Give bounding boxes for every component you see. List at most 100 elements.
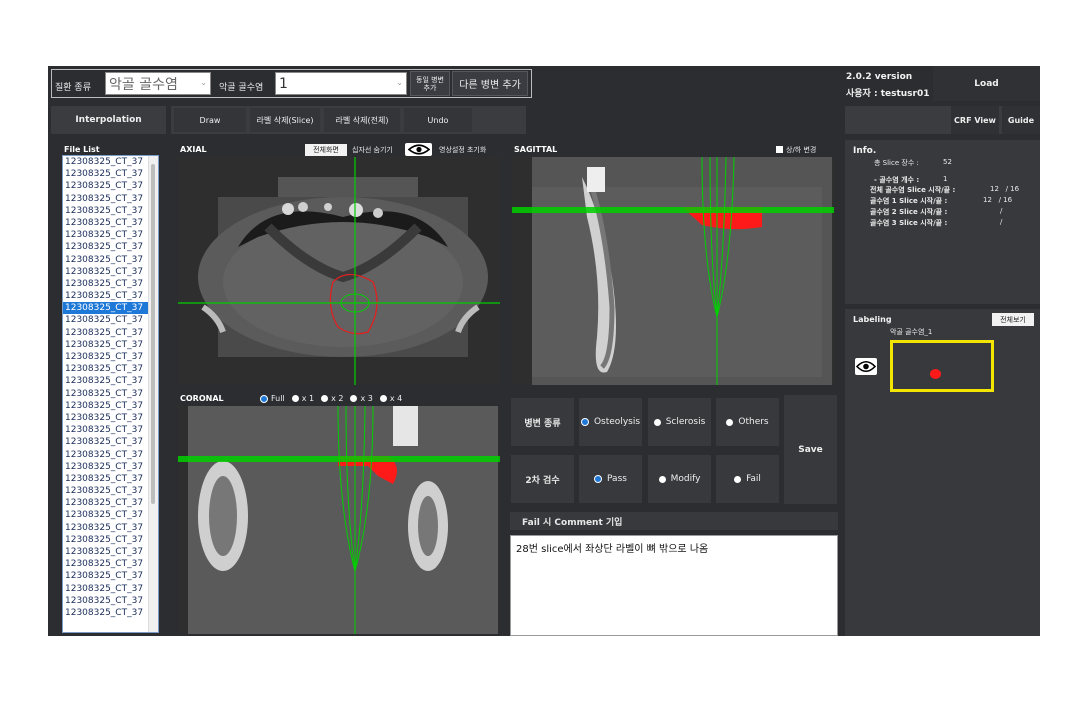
file-list-item[interactable]: 12308325_CT_37: [63, 156, 158, 168]
file-list-item[interactable]: 12308325_CT_37: [63, 217, 158, 229]
radio-icon: [726, 418, 734, 426]
chevron-down-icon: ⌄: [200, 78, 207, 87]
file-list-item[interactable]: 12308325_CT_37: [63, 485, 158, 497]
file-list-item[interactable]: 12308325_CT_37: [63, 193, 158, 205]
file-list-item[interactable]: 12308325_CT_37: [63, 607, 158, 619]
flip-checkbox[interactable]: [776, 146, 783, 153]
label-dot: [930, 369, 941, 379]
file-list-item[interactable]: 12308325_CT_37: [63, 583, 158, 595]
file-list-item[interactable]: 12308325_CT_37: [63, 229, 158, 241]
other-lesion-add-button[interactable]: 다른 병변 추가: [452, 71, 528, 96]
file-list-item[interactable]: 12308325_CT_37: [63, 570, 158, 582]
file-list-item[interactable]: 12308325_CT_37: [63, 546, 158, 558]
hide-crosshair-toggle[interactable]: 십자선 숨기기: [352, 145, 393, 155]
range-1-label: 골수염 1 Slice 시작/끝 :: [870, 197, 948, 205]
radio-icon: [734, 475, 742, 483]
file-list-item[interactable]: 12308325_CT_37: [63, 327, 158, 339]
disease-type-value: 악골 골수염: [109, 76, 178, 93]
app-window: 질환 종류 악골 골수염 ⌄ 악골 골수염 1 ⌄ 동일 병변 추가 다른 병변…: [48, 66, 1040, 636]
lesion-count-value: 1: [943, 175, 948, 183]
file-list-item[interactable]: 12308325_CT_37: [63, 266, 158, 278]
save-button[interactable]: Save: [784, 395, 837, 504]
file-list[interactable]: 12308325_CT_37 12308325_CT_37 12308325_CT_…: [62, 155, 159, 633]
zoom-option[interactable]: x 4: [379, 394, 402, 403]
file-list-item[interactable]: 12308325_CT_37: [63, 534, 158, 546]
file-list-item[interactable]: 12308325_CT_37: [63, 290, 158, 302]
file-list-item[interactable]: 12308325_CT_37: [63, 436, 158, 448]
file-list-item[interactable]: 12308325_CT_37: [63, 595, 158, 607]
reset-view-button[interactable]: 영상설정 초기화: [439, 145, 486, 155]
file-list-item[interactable]: 12308325_CT_37: [63, 180, 158, 192]
file-list-item[interactable]: 12308325_CT_37: [63, 302, 158, 315]
radio-icon: [379, 395, 387, 402]
disease-index-select[interactable]: 1 ⌄: [275, 72, 407, 95]
fullscreen-button[interactable]: 전체화면: [305, 144, 347, 156]
zoom-option[interactable]: Full: [260, 394, 285, 403]
file-list-item[interactable]: 12308325_CT_37: [63, 400, 158, 412]
file-list-item[interactable]: 12308325_CT_37: [63, 412, 158, 424]
file-list-item[interactable]: 12308325_CT_37: [63, 339, 158, 351]
disease-type-select[interactable]: 악골 골수염 ⌄: [105, 72, 211, 95]
view-all-button[interactable]: 전체보기: [992, 313, 1034, 326]
lesion-type-option[interactable]: Sclerosis: [647, 397, 712, 447]
file-list-item[interactable]: 12308325_CT_37: [63, 314, 158, 326]
eye-icon[interactable]: [405, 143, 432, 156]
all-range-label: 전체 골수염 Slice 시작/끝 :: [870, 186, 956, 194]
crf-view-button[interactable]: CRF View: [951, 106, 999, 134]
file-list-item[interactable]: 12308325_CT_37: [63, 509, 158, 521]
range-3-label: 골수염 3 Slice 시작/끝 :: [870, 219, 948, 227]
file-list-item[interactable]: 12308325_CT_37: [63, 424, 158, 436]
file-list-item[interactable]: 12308325_CT_37: [63, 558, 158, 570]
range-3-value: /: [1000, 218, 1003, 226]
zoom-option[interactable]: x 2: [321, 394, 343, 403]
disease-label: 악골 골수염: [219, 83, 264, 93]
zoom-option[interactable]: x 1: [291, 394, 314, 403]
eye-icon[interactable]: [855, 358, 877, 375]
load-button[interactable]: Load: [933, 66, 1040, 101]
axial-title: AXIAL: [180, 145, 207, 154]
axial-image[interactable]: [178, 157, 500, 385]
file-list-item[interactable]: 12308325_CT_37: [63, 461, 158, 473]
lesion-type-option[interactable]: Osteolysis: [578, 397, 643, 447]
guide-button[interactable]: Guide: [1002, 106, 1040, 134]
sagittal-image[interactable]: [512, 157, 834, 385]
lesion-count-label: - 골수염 개수 :: [874, 176, 920, 184]
draw-button[interactable]: Draw: [174, 108, 246, 132]
comment-textarea[interactable]: 28번 slice에서 좌상단 라벨이 뼈 밖으로 나옴: [510, 535, 838, 636]
second-review-option[interactable]: Fail: [715, 454, 780, 504]
file-list-item[interactable]: 12308325_CT_37: [63, 278, 158, 290]
file-list-item[interactable]: 12308325_CT_37: [63, 168, 158, 180]
file-list-item[interactable]: 12308325_CT_37: [63, 522, 158, 534]
label-thumbnail[interactable]: [890, 340, 994, 392]
undo-button[interactable]: Undo: [404, 108, 472, 132]
zoom-option[interactable]: x 3: [350, 394, 373, 403]
file-list-item[interactable]: 12308325_CT_37: [63, 473, 158, 485]
file-list-item[interactable]: 12308325_CT_37: [63, 375, 158, 387]
interpolation-button[interactable]: Interpolation: [51, 106, 166, 134]
file-list-item[interactable]: 12308325_CT_37: [63, 449, 158, 461]
coronal-image[interactable]: [178, 406, 500, 634]
radio-icon: [260, 394, 268, 403]
file-list-scrollbar[interactable]: [148, 156, 158, 632]
scrollbar-thumb[interactable]: [151, 164, 155, 504]
second-review-option[interactable]: Modify: [647, 454, 712, 504]
same-lesion-add-button[interactable]: 동일 병변 추가: [410, 71, 450, 96]
total-slices-value: 52: [943, 158, 952, 166]
file-list-item[interactable]: 12308325_CT_37: [63, 497, 158, 509]
radio-icon: [350, 395, 358, 402]
second-review-option[interactable]: Pass: [578, 454, 643, 504]
lesion-type-option[interactable]: Others: [715, 397, 780, 447]
file-list-item[interactable]: 12308325_CT_37: [63, 363, 158, 375]
file-list-item[interactable]: 12308325_CT_37: [63, 254, 158, 266]
chevron-down-icon: ⌄: [396, 78, 403, 87]
user-text: 사용자 : testusr01: [846, 89, 930, 99]
all-range-value: 12 / 16: [990, 185, 1020, 193]
file-list-item[interactable]: 12308325_CT_37: [63, 205, 158, 217]
file-list-item[interactable]: 12308325_CT_37: [63, 241, 158, 253]
delete-label-slice-button[interactable]: 라벨 삭제(Slice): [250, 108, 320, 132]
version-text: 2.0.2 version: [846, 72, 913, 82]
delete-label-all-button[interactable]: 라벨 삭제(전체): [324, 108, 400, 132]
file-list-item[interactable]: 12308325_CT_37: [63, 388, 158, 400]
radio-icon: [580, 418, 589, 426]
file-list-item[interactable]: 12308325_CT_37: [63, 351, 158, 363]
